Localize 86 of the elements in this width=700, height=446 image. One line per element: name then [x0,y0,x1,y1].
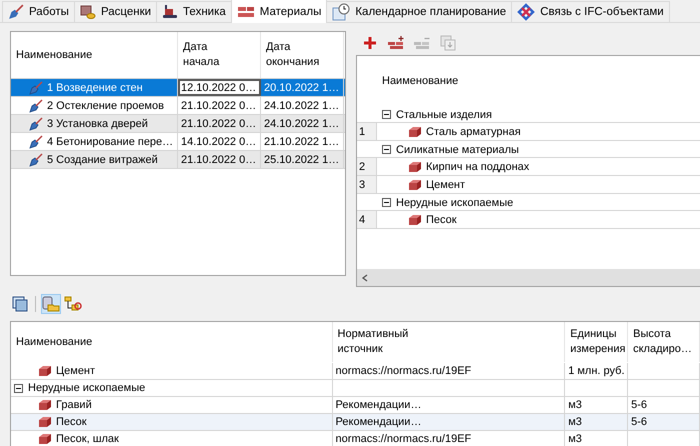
import-icon [440,35,456,51]
table-cell: Песок, шлак [56,433,119,445]
box-icon [408,214,422,226]
tree-group[interactable]: Нерудные ископаемые [28,382,146,394]
windows-icon [12,296,28,312]
table-cell[interactable]: 1 Возведение стен [47,82,143,94]
box-icon [38,433,52,445]
table-cell: 12.10.2022 0… [181,82,256,94]
tab[interactable]: Расценки [74,1,158,22]
table-cell: 14.10.2022 0… [181,136,256,148]
shovel-icon [29,116,43,130]
tab[interactable]: Работы [2,1,75,22]
folder-tree-icon [64,296,82,312]
toolbar-button[interactable] [10,294,30,314]
table-cell: Гравий [56,399,92,411]
tree-item[interactable]: Сталь арматурная [426,126,521,138]
tab[interactable]: Связь с IFC-объектами [511,1,670,22]
table-cell: 20.10.2022 1… [264,82,340,94]
row-number: 1 [357,123,377,140]
column-header[interactable]: Дата начала [178,32,261,78]
bricks-icon [236,4,255,18]
calendar-clock-icon [332,3,350,21]
box-icon [408,160,422,172]
table-cell: 5-6 [631,416,647,428]
tab[interactable]: Материалы [230,0,328,23]
add-brick-icon [387,36,405,50]
table-cell[interactable]: 2 Остекление проемов [47,100,164,112]
coins-icon [80,4,96,20]
table-cell: 21.10.2022 0… [181,100,256,112]
column-header[interactable]: Высота складиро… [628,322,700,362]
table-cell[interactable]: 5 Создание витражей [47,154,158,166]
shovel-icon [8,4,24,20]
box-icon [408,178,422,190]
row-number: 3 [357,176,377,193]
box-icon [408,126,422,138]
remove-brick-icon [413,36,431,50]
horizontal-scrollbar[interactable] [357,269,700,286]
column-header[interactable]: Наименование [11,32,178,78]
tree-item[interactable]: Цемент [426,178,466,190]
table-cell: Песок [56,416,87,428]
shovel-icon [29,80,43,94]
table-cell: м3 [568,416,582,428]
collapse-toggle[interactable] [382,110,391,119]
shovel-icon [29,152,43,166]
table-cell: м3 [568,433,582,445]
collapse-toggle[interactable] [382,198,391,207]
database-folder-icon [42,296,60,312]
shovel-icon [29,98,43,112]
table-cell: 24.10.2022 1… [264,118,340,130]
tree-group[interactable]: Нерудные ископаемые [396,196,514,208]
tree-group[interactable]: Стальные изделия [396,108,492,120]
box-icon [38,399,52,411]
column-header[interactable]: Нормативный источник [332,322,566,362]
box-icon [38,416,52,428]
shovel-icon [29,134,43,148]
box-icon [38,365,52,377]
column-header[interactable]: Дата окончания [261,32,344,78]
column-header[interactable]: Наименование [382,75,458,87]
table-cell[interactable]: 3 Установка дверей [47,118,148,130]
tree-item[interactable]: Песок [426,214,457,226]
table-cell[interactable]: 4 Бетонирование пере… [47,136,174,148]
table-cell: 1 млн. руб. [568,365,625,377]
table-cell: м3 [568,399,582,411]
table-cell: Цемент [56,365,96,377]
column-header[interactable]: Наименование [11,322,333,362]
table-cell: 5-6 [631,399,647,411]
table-cell: Рекомендации… [336,416,422,428]
table-cell: 25.10.2022 1… [264,154,340,166]
plus-icon [363,36,377,50]
column-header[interactable]: Единицы измерения [565,322,628,362]
table-cell: 24.10.2022 1… [264,100,340,112]
machine-icon [162,4,178,20]
tree-item[interactable]: Кирпич на поддонах [426,160,530,172]
tab[interactable]: Календарное планирование [326,1,512,22]
table-cell: 21.10.2022 0… [181,154,256,166]
collapse-toggle[interactable] [14,384,23,392]
tree-group[interactable]: Силикатные материалы [396,144,519,156]
table-cell: normacs://normacs.ru/19EF [336,433,472,445]
row-number: 4 [357,211,377,228]
ifc-logo-icon [517,3,536,21]
row-number: 2 [357,158,377,175]
table-cell: normacs://normacs.ru/19EF [336,365,472,377]
table-cell: 21.10.2022 1… [264,136,340,148]
table-cell: Рекомендации… [336,399,422,411]
collapse-toggle[interactable] [382,145,391,154]
table-cell: 21.10.2022 0… [181,118,256,130]
